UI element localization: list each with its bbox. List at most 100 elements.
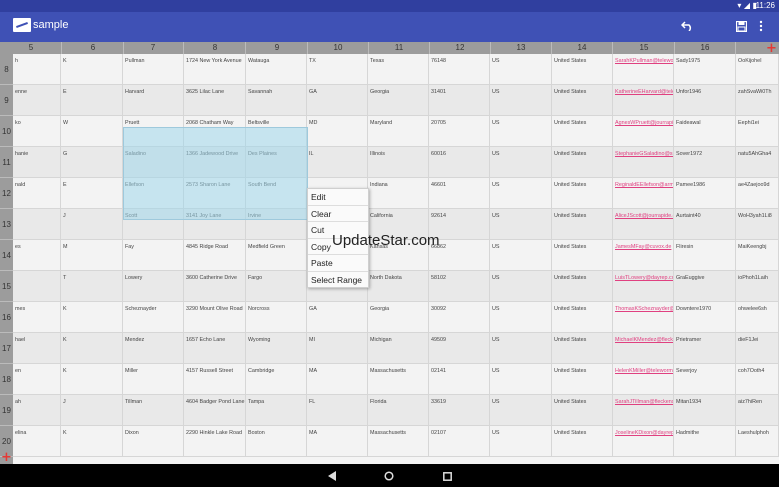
table-cell[interactable]: J — [61, 209, 123, 240]
email-cell[interactable]: AliceJScott@jourrapide.com — [613, 209, 674, 240]
row-header[interactable]: 18 — [0, 364, 13, 395]
email-cell[interactable]: MichaelKMendez@fleckens.hu — [613, 333, 674, 364]
table-cell[interactable]: ohwelee6sh — [736, 302, 779, 333]
row-header[interactable]: 13 — [0, 209, 13, 240]
table-cell[interactable]: Prietramer — [674, 333, 736, 364]
table-cell[interactable]: Indiana — [368, 178, 429, 209]
table-cell[interactable]: ah — [13, 395, 61, 426]
table-cell[interactable]: US — [490, 240, 552, 271]
row-header[interactable]: 8 — [0, 54, 13, 85]
table-cell[interactable]: 20705 — [429, 116, 490, 147]
column-header[interactable]: 16 — [675, 42, 736, 54]
email-cell[interactable]: ReginaldEEllefson@armyspy.com — [613, 178, 674, 209]
table-cell[interactable]: 4604 Badger Pond Lane — [184, 395, 246, 426]
menu-item-clear[interactable]: Clear — [308, 206, 368, 223]
menu-item-cut[interactable]: Cut — [308, 222, 368, 239]
column-header[interactable]: 12 — [430, 42, 491, 54]
table-cell[interactable]: 4845 Ridge Road — [184, 240, 246, 271]
table-cell[interactable]: 92614 — [429, 209, 490, 240]
table-cell[interactable]: 3141 Joy Lane — [184, 209, 246, 240]
table-cell[interactable]: MA — [307, 364, 368, 395]
add-row-button[interactable]: + — [1, 451, 12, 464]
table-cell[interactable]: Cambridge — [246, 364, 307, 395]
table-cell[interactable]: United States — [552, 147, 613, 178]
table-cell[interactable]: Mendez — [123, 333, 184, 364]
table-cell[interactable]: Massachusetts — [368, 364, 429, 395]
email-cell[interactable]: HelenKMiller@teleworm.us — [613, 364, 674, 395]
table-cell[interactable]: 1724 New York Avenue — [184, 54, 246, 85]
table-cell[interactable]: Florida — [368, 395, 429, 426]
table-cell[interactable]: 76148 — [429, 54, 490, 85]
table-cell[interactable]: G — [61, 147, 123, 178]
table-cell[interactable]: Norcross — [246, 302, 307, 333]
menu-item-select-range[interactable]: Select Range — [308, 272, 368, 289]
table-cell[interactable]: United States — [552, 302, 613, 333]
table-cell[interactable]: Irvine — [246, 209, 307, 240]
table-cell[interactable]: MaiKeengbj — [736, 240, 779, 271]
table-cell[interactable]: US — [490, 147, 552, 178]
table-cell[interactable]: WoH3yah1Li8 — [736, 209, 779, 240]
table-cell[interactable]: K — [61, 333, 123, 364]
table-cell[interactable]: Mitan1934 — [674, 395, 736, 426]
table-cell[interactable]: United States — [552, 54, 613, 85]
table-cell[interactable]: US — [490, 426, 552, 457]
table-cell[interactable]: Scheznayder — [123, 302, 184, 333]
table-cell[interactable]: 1657 Echo Lane — [184, 333, 246, 364]
row-header[interactable]: 15 — [0, 271, 13, 302]
table-cell[interactable]: Kansas — [368, 240, 429, 271]
table-cell[interactable]: K — [61, 364, 123, 395]
column-header[interactable]: 10 — [308, 42, 369, 54]
table-cell[interactable]: Medfield Green — [246, 240, 307, 271]
table-cell[interactable]: Texas — [368, 54, 429, 85]
table-cell[interactable]: ae4Zaejoo9d — [736, 178, 779, 209]
email-cell[interactable]: KatherineEHarvard@teleworm.us — [613, 85, 674, 116]
table-cell[interactable]: K — [61, 302, 123, 333]
row-header[interactable]: 16 — [0, 302, 13, 333]
column-header[interactable]: 15 — [614, 42, 675, 54]
column-header[interactable]: 11 — [369, 42, 430, 54]
table-cell[interactable]: 3290 Mount Olive Road — [184, 302, 246, 333]
row-header[interactable]: 12 — [0, 178, 13, 209]
table-cell[interactable]: US — [490, 54, 552, 85]
table-cell[interactable]: 3600 Catherine Drive — [184, 271, 246, 302]
table-cell[interactable]: natu5AhGha4 — [736, 147, 779, 178]
table-cell[interactable]: Georgia — [368, 85, 429, 116]
table-cell[interactable]: GraEuggive — [674, 271, 736, 302]
table-cell[interactable]: ioPhoh1Laih — [736, 271, 779, 302]
table-cell[interactable]: Maryland — [368, 116, 429, 147]
table-cell[interactable]: coh7Ooth4 — [736, 364, 779, 395]
save-button[interactable] — [732, 17, 750, 35]
row-header[interactable]: 9 — [0, 85, 13, 116]
back-button[interactable] — [323, 467, 341, 485]
table-cell[interactable]: Beltsville — [246, 116, 307, 147]
recents-button[interactable] — [438, 467, 456, 485]
menu-item-edit[interactable]: Edit — [308, 189, 368, 206]
table-cell[interactable]: E — [61, 85, 123, 116]
table-cell[interactable]: US — [490, 364, 552, 395]
table-cell[interactable]: Tampa — [246, 395, 307, 426]
table-cell[interactable]: Ellefson — [123, 178, 184, 209]
table-cell[interactable]: Sover1972 — [674, 147, 736, 178]
table-cell[interactable]: Boston — [246, 426, 307, 457]
table-cell[interactable]: ko — [13, 116, 61, 147]
table-cell[interactable]: MD — [307, 116, 368, 147]
table-cell[interactable]: United States — [552, 116, 613, 147]
table-cell[interactable]: 30092 — [429, 302, 490, 333]
table-cell[interactable]: 46601 — [429, 178, 490, 209]
table-cell[interactable]: Saladino — [123, 147, 184, 178]
table-cell[interactable]: mes — [13, 302, 61, 333]
table-cell[interactable]: aiz7hiRen — [736, 395, 779, 426]
home-button[interactable] — [380, 467, 398, 485]
row-header[interactable]: 11 — [0, 147, 13, 178]
table-cell[interactable]: nald — [13, 178, 61, 209]
table-cell[interactable]: Eephi1ei — [736, 116, 779, 147]
table-cell[interactable]: 33619 — [429, 395, 490, 426]
row-header[interactable]: 14 — [0, 240, 13, 271]
table-cell[interactable]: Tillman — [123, 395, 184, 426]
table-cell[interactable]: Pruett — [123, 116, 184, 147]
table-cell[interactable]: Sady1975 — [674, 54, 736, 85]
table-cell[interactable]: h — [13, 54, 61, 85]
table-cell[interactable]: Illinois — [368, 147, 429, 178]
table-cell[interactable]: Savannah — [246, 85, 307, 116]
table-cell[interactable]: 60016 — [429, 147, 490, 178]
